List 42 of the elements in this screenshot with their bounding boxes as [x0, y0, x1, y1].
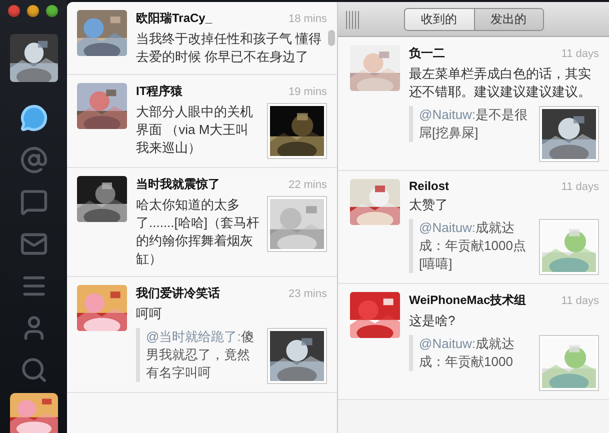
chat-bubble-icon[interactable]: [20, 104, 48, 132]
quoted-post: @Naituw:成就达成：年贡献1000点 [嘻嘻]: [409, 219, 533, 273]
quoted-post: @当时就给跪了:傻男我就忍了，竟然有名字叫呵: [136, 328, 261, 382]
grip-icon[interactable]: [346, 11, 360, 29]
user-name[interactable]: 当时我就震惊了: [136, 176, 220, 193]
close-button[interactable]: [8, 5, 20, 17]
post-text: 大部分人眼中的关机界面 （via M大王叫我来巡山）: [136, 103, 254, 157]
post-text: 太赞了: [409, 196, 449, 214]
user-name[interactable]: Reilost: [409, 179, 450, 193]
quoted-post: @Naituw:是不是很屌[挖鼻屎]: [409, 106, 533, 142]
post-text: 最左菜单栏弄成白色的话，其实还不错耶。建议建议建议建议。: [409, 65, 592, 101]
user-name[interactable]: 我们爱讲冷笑话: [136, 285, 220, 302]
thumbnail[interactable]: [539, 335, 599, 391]
search-icon[interactable]: [20, 356, 48, 384]
segment-tab[interactable]: 发出的: [474, 8, 542, 30]
minimize-button[interactable]: [27, 5, 39, 17]
zoom-button[interactable]: [46, 5, 58, 17]
post-text: 当我终于改掉任性和孩子气 懂得去爱的时候 你早已不在身边了: [136, 30, 323, 66]
timestamp: 18 mins: [288, 13, 327, 25]
user-name[interactable]: 欧阳瑞TraCy_: [136, 10, 212, 27]
timestamp: 22 mins: [288, 179, 327, 191]
scrollbar-thumb[interactable]: [328, 30, 335, 46]
user-name[interactable]: WeiPhoneMac技术组: [409, 292, 526, 309]
quoted-post: @Naituw:成就达成：年贡献1000: [409, 335, 533, 371]
thumbnail[interactable]: [267, 328, 327, 384]
at-sign-icon[interactable]: [20, 146, 48, 174]
thumbnail[interactable]: [539, 219, 599, 275]
thumbnail[interactable]: [267, 196, 327, 252]
segment-tab[interactable]: 收到的: [404, 8, 474, 30]
timestamp: 19 mins: [288, 86, 327, 98]
timestamp: 11 days: [561, 48, 599, 60]
post-text: 哈太你知道的太多了.......[哈哈]（套马杆的约翰你挥舞着烟灰缸）: [136, 196, 261, 268]
user-name[interactable]: 负一二: [409, 45, 445, 62]
timestamp: 11 days: [561, 295, 599, 307]
post-text: 呵呵: [136, 305, 163, 323]
timestamp: 11 days: [561, 181, 599, 193]
timestamp: 23 mins: [288, 288, 327, 300]
comment-icon[interactable]: [20, 188, 48, 216]
thumbnail[interactable]: [539, 106, 599, 162]
user-name[interactable]: IT程序猿: [136, 83, 183, 100]
thumbnail[interactable]: [267, 103, 327, 159]
post-text: 这是啥?: [409, 312, 456, 330]
